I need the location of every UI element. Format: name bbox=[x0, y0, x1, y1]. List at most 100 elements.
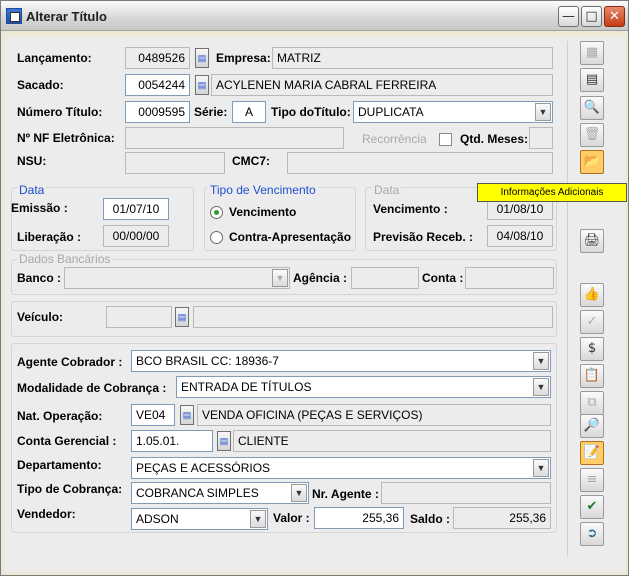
departamento-value: PEÇAS E ACESSÓRIOS bbox=[136, 461, 271, 475]
chevron-down-icon[interactable]: ▼ bbox=[250, 510, 266, 528]
sacado-label: Sacado: bbox=[17, 78, 64, 92]
conta-field bbox=[465, 267, 554, 289]
lancamento-label: Lançamento: bbox=[17, 51, 92, 65]
data-right-title: Data bbox=[372, 183, 402, 197]
veiculo-lookup-icon[interactable]: ▤ bbox=[175, 307, 189, 327]
exit-door-icon[interactable]: ➲ bbox=[580, 522, 604, 546]
nsu-label: NSU: bbox=[17, 154, 47, 168]
vencimento-radio[interactable] bbox=[210, 206, 223, 219]
vendedor-select[interactable]: ADSON ▼ bbox=[131, 508, 268, 530]
toolbar-sidebar: ▦ ▤ 🔍 🗑 📂 🖨 👍 ✓ $ 📋 ⧉ 🔎 📝 ≡ ✔ ➲ bbox=[575, 41, 617, 551]
liberacao-label: Liberação : bbox=[17, 230, 82, 244]
close-button[interactable]: ✕ bbox=[604, 6, 625, 27]
valor-input[interactable]: 255,36 bbox=[314, 507, 404, 529]
contra-apresentacao-label[interactable]: Contra-Apresentação bbox=[229, 230, 351, 244]
liberacao-field: 00/00/00 bbox=[103, 225, 169, 247]
vencimento-label: Vencimento : bbox=[373, 202, 448, 216]
clipboard-icon[interactable]: 📋 bbox=[580, 364, 604, 388]
empresa-field: MATRIZ bbox=[272, 47, 553, 69]
recorrencia-checkbox[interactable] bbox=[439, 133, 452, 146]
check-icon[interactable]: ✓ bbox=[580, 310, 604, 334]
emissao-label: Emissão : bbox=[11, 201, 68, 215]
valor-label: Valor : bbox=[273, 511, 310, 525]
title-bar: Alterar Título — □ ✕ bbox=[1, 1, 628, 31]
conta-gerencial-code-input[interactable]: 1.05.01. bbox=[131, 430, 213, 452]
lancamento-field: 0489526 bbox=[125, 47, 190, 69]
vencimento-radio-label[interactable]: Vencimento bbox=[229, 205, 296, 219]
data-group-title: Data bbox=[17, 183, 47, 197]
tipo-titulo-select[interactable]: DUPLICATA ▼ bbox=[353, 101, 553, 123]
delete-icon[interactable]: 🗑 bbox=[580, 123, 604, 147]
agente-value: BCO BRASIL CC: 18936-7 bbox=[136, 354, 279, 368]
window-title: Alterar Título bbox=[26, 9, 107, 24]
nat-operacao-desc-field: VENDA OFICINA (PEÇAS E SERVIÇOS) bbox=[197, 404, 551, 426]
preview-icon[interactable]: 🔍 bbox=[580, 96, 604, 120]
insert-row-icon[interactable]: ▦ bbox=[580, 41, 604, 65]
veiculo-desc-field bbox=[193, 306, 553, 328]
banco-label: Banco : bbox=[17, 271, 62, 285]
app-icon bbox=[6, 8, 22, 24]
emissao-input[interactable]: 01/07/10 bbox=[103, 198, 169, 220]
chevron-down-icon[interactable]: ▼ bbox=[533, 378, 549, 396]
previsao-field: 04/08/10 bbox=[487, 225, 553, 247]
modalidade-value: ENTRADA DE TÍTULOS bbox=[181, 380, 312, 394]
sacado-lookup-icon[interactable]: ▤ bbox=[195, 75, 209, 95]
minimize-button[interactable]: — bbox=[558, 6, 579, 27]
agencia-label: Agência : bbox=[293, 271, 348, 285]
sacado-code-input[interactable]: 0054244 bbox=[125, 74, 190, 96]
empresa-label: Empresa: bbox=[216, 51, 271, 65]
conta-gerencial-lookup-icon[interactable]: ▤ bbox=[217, 431, 231, 451]
money-bag-icon[interactable]: $ bbox=[580, 337, 604, 361]
chevron-down-icon[interactable]: ▼ bbox=[533, 459, 549, 477]
cmc7-label: CMC7: bbox=[232, 154, 270, 168]
numero-titulo-input[interactable]: 0009595 bbox=[125, 101, 190, 123]
tipo-cobranca-label: Tipo de Cobrança: bbox=[17, 482, 123, 496]
contra-apresentacao-radio[interactable] bbox=[210, 231, 223, 244]
chevron-down-icon[interactable]: ▼ bbox=[535, 103, 551, 121]
veiculo-label: Veículo: bbox=[17, 310, 64, 324]
departamento-label: Departamento: bbox=[17, 458, 102, 472]
modalidade-select[interactable]: ENTRADA DE TÍTULOS ▼ bbox=[176, 376, 551, 398]
nr-agente-label: Nr. Agente : bbox=[312, 487, 379, 501]
maximize-button[interactable]: □ bbox=[581, 6, 602, 27]
agente-select[interactable]: BCO BRASIL CC: 18936-7 ▼ bbox=[131, 350, 551, 372]
calculator-icon[interactable]: 📝 bbox=[580, 441, 604, 465]
nf-field bbox=[125, 127, 344, 149]
chevron-down-icon[interactable]: ▼ bbox=[533, 352, 549, 370]
window: Alterar Título — □ ✕ Lançamento: 0489526… bbox=[0, 0, 629, 576]
chevron-down-icon: ▼ bbox=[272, 269, 288, 287]
search-doc-icon[interactable]: 🔎 bbox=[580, 414, 604, 438]
open-folder-icon[interactable]: 📂 bbox=[580, 150, 604, 174]
agente-label: Agente Cobrador : bbox=[17, 355, 123, 369]
serie-label: Série: bbox=[194, 105, 228, 119]
agencia-field bbox=[351, 267, 419, 289]
recorrencia-label: Recorrência bbox=[362, 132, 427, 146]
nr-agente-field bbox=[381, 482, 551, 504]
saldo-field: 255,36 bbox=[453, 507, 551, 529]
thumbs-up-icon[interactable]: 👍 bbox=[580, 283, 604, 307]
nf-label: Nº NF Eletrônica: bbox=[17, 131, 115, 145]
serie-input[interactable]: A bbox=[232, 101, 266, 123]
conta-gerencial-label: Conta Gerencial : bbox=[17, 434, 117, 448]
cmc7-field bbox=[287, 152, 553, 174]
edit-row-icon[interactable]: ▤ bbox=[580, 68, 604, 92]
list-search-icon[interactable]: ≡ bbox=[580, 468, 604, 492]
copy-icon[interactable]: ⧉ bbox=[580, 391, 604, 415]
saldo-label: Saldo : bbox=[410, 512, 451, 526]
nat-operacao-lookup-icon[interactable]: ▤ bbox=[180, 405, 194, 425]
tipo-vencimento-title: Tipo de Vencimento bbox=[208, 183, 318, 197]
print-icon[interactable]: 🖨 bbox=[580, 229, 604, 253]
tipo-titulo-label: Tipo doTítulo: bbox=[271, 105, 351, 119]
modalidade-label: Modalidade de Cobrança : bbox=[17, 381, 167, 395]
departamento-select[interactable]: PEÇAS E ACESSÓRIOS ▼ bbox=[131, 457, 551, 479]
nat-operacao-code-input[interactable]: VE04 bbox=[131, 404, 175, 426]
qtd-meses-field bbox=[529, 127, 553, 149]
excel-icon[interactable]: ✔ bbox=[580, 495, 604, 519]
banco-select: ▼ bbox=[64, 267, 290, 289]
tipo-cobranca-select[interactable]: COBRANCA SIMPLES ▼ bbox=[131, 482, 309, 504]
nat-operacao-label: Nat. Operação: bbox=[17, 409, 103, 423]
tooltip: Informações Adicionais bbox=[477, 183, 627, 202]
chevron-down-icon[interactable]: ▼ bbox=[291, 484, 307, 502]
tipo-cobranca-value: COBRANCA SIMPLES bbox=[136, 486, 259, 500]
lancamento-lookup-icon[interactable]: ▤ bbox=[195, 48, 209, 68]
